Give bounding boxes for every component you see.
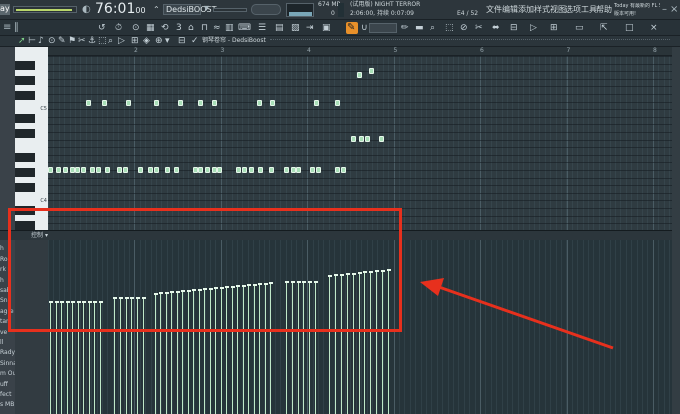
annotation-arrow bbox=[420, 278, 614, 350]
fl-studio-window: ay ◐ 76:0100 ⌃ DedsiBOOST ▾ 674 MB 0 (试用… bbox=[0, 0, 680, 414]
